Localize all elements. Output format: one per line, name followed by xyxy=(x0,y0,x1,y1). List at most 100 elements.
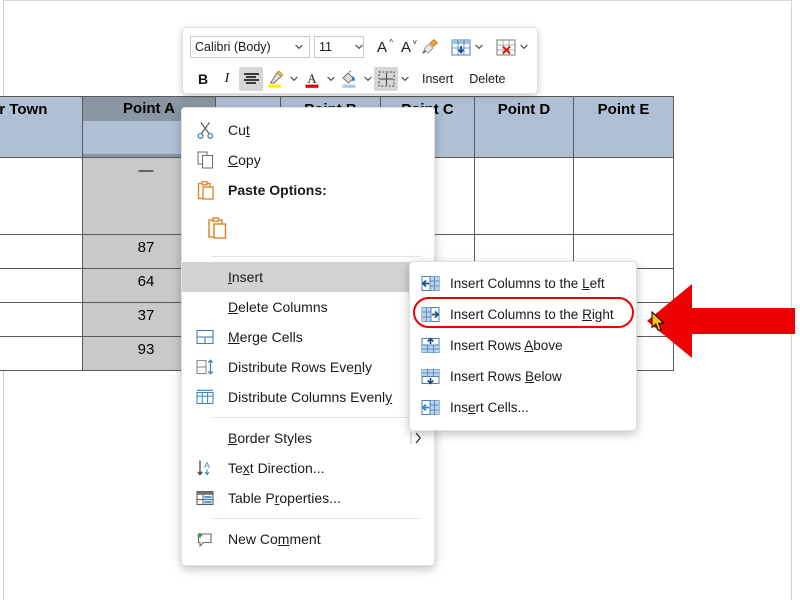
mini-floating-toolbar[interactable]: Calibri (Body) 11 A^ A˅ xyxy=(182,27,538,94)
menu-item-label: Merge Cells xyxy=(228,329,434,345)
chevron-down-icon[interactable] xyxy=(355,44,363,50)
mini-toolbar-row-2: B I A xyxy=(183,64,537,93)
insert-table-button[interactable] xyxy=(450,35,472,59)
row-label[interactable]: Point E xyxy=(0,337,83,371)
chevron-down-icon xyxy=(290,76,298,82)
menu-item-text-direction[interactable]: A Text Direction... xyxy=(182,453,434,483)
chevron-down-icon[interactable] xyxy=(295,44,309,50)
align-center-button[interactable] xyxy=(239,67,263,91)
chevron-down-icon xyxy=(364,76,372,82)
menu-item-distribute-rows-evenly[interactable]: Distribute Rows Evenly xyxy=(182,352,434,382)
text-highlight-color-button[interactable] xyxy=(263,67,287,91)
chevron-down-icon xyxy=(401,76,409,82)
menu-item-merge-cells[interactable]: Merge Cells xyxy=(182,322,434,352)
insert-col-right-icon xyxy=(410,306,450,323)
menu-item-cut[interactable]: Cut xyxy=(182,115,434,145)
distribute-rows-icon xyxy=(182,359,228,375)
borders-dropdown[interactable] xyxy=(398,67,411,91)
submenu-item-insert-rows-above[interactable]: Insert Rows Above xyxy=(410,330,636,361)
shading-button[interactable] xyxy=(337,67,361,91)
submenu-item-label: Insert Cells... xyxy=(450,400,529,415)
table-header-point-e[interactable]: Point E xyxy=(574,97,674,158)
menu-item-insert[interactable]: Insert xyxy=(182,262,434,292)
format-painter-button[interactable] xyxy=(418,35,442,59)
font-size-value: 11 xyxy=(315,40,355,54)
chevron-down-icon xyxy=(327,76,335,82)
insert-table-icon xyxy=(451,39,471,56)
grow-font-icon: A^ xyxy=(377,39,387,56)
menu-item-label: Delete Columns xyxy=(228,299,434,315)
align-center-icon xyxy=(244,73,259,84)
menu-item-label: Table Properties... xyxy=(228,490,434,506)
insert-table-dropdown[interactable] xyxy=(472,35,485,59)
cell-point-e[interactable] xyxy=(574,158,674,235)
copy-icon xyxy=(182,151,228,169)
menu-item-label: Paste Options: xyxy=(228,182,434,198)
mouse-cursor xyxy=(651,311,667,333)
menu-item-label: Copy xyxy=(228,152,434,168)
submenu-item-insert-cells[interactable]: Insert Cells... xyxy=(410,392,636,423)
cell-value: 64 xyxy=(138,273,155,290)
row-label[interactable]: Point C xyxy=(0,269,83,303)
red-arrow-annotation xyxy=(645,282,795,360)
highlight-color-dropdown[interactable] xyxy=(287,67,300,91)
shading-dropdown[interactable] xyxy=(361,67,374,91)
font-name-combobox[interactable]: Calibri (Body) xyxy=(190,36,310,58)
insert-label[interactable]: Insert xyxy=(422,72,453,86)
menu-item-distribute-columns-evenly[interactable]: Distribute Columns Evenly xyxy=(182,382,434,412)
menu-divider xyxy=(212,256,420,257)
table-properties-icon xyxy=(182,490,228,506)
submenu-item-insert-columns-to-the-right[interactable]: Insert Columns to the Right xyxy=(410,299,636,330)
menu-item-label: Insert xyxy=(228,269,410,285)
delete-table-button[interactable] xyxy=(495,35,517,59)
font-color-dropdown[interactable] xyxy=(324,67,337,91)
insert-col-left-icon xyxy=(410,275,450,292)
delete-table-icon xyxy=(496,39,516,56)
menu-divider xyxy=(212,518,420,519)
menu-item-label: Text Direction... xyxy=(228,460,434,476)
menu-item-delete-columns[interactable]: Delete Columns xyxy=(182,292,434,322)
header-label: Point D xyxy=(498,101,551,118)
menu-item-table-properties[interactable]: Table Properties... xyxy=(182,483,434,513)
shrink-font-icon: A˅ xyxy=(401,39,411,56)
insert-submenu[interactable]: Insert Columns to the Left Insert Column… xyxy=(409,261,637,431)
shrink-font-button[interactable]: A˅ xyxy=(394,35,418,59)
menu-item-label: Cut xyxy=(228,122,434,138)
borders-button[interactable] xyxy=(374,67,398,91)
menu-item-copy[interactable]: Copy xyxy=(182,145,434,175)
menu-item-paste-keep-source-formatting[interactable] xyxy=(182,205,434,251)
chevron-right-icon xyxy=(410,431,434,445)
delete-table-dropdown[interactable] xyxy=(517,35,530,59)
svg-text:A: A xyxy=(307,71,317,86)
mini-toolbar-row-1: Calibri (Body) 11 A^ A˅ xyxy=(183,32,537,62)
submenu-item-label: Insert Columns to the Left xyxy=(450,276,605,291)
delete-label[interactable]: Delete xyxy=(469,72,505,86)
submenu-item-label: Insert Rows Below xyxy=(450,369,562,384)
distribute-cols-icon xyxy=(182,389,228,405)
font-color-button[interactable]: A xyxy=(300,67,324,91)
table-header-point-d[interactable]: Point D xyxy=(475,97,574,158)
italic-button[interactable]: I xyxy=(215,67,239,91)
grow-font-button[interactable]: A^ xyxy=(370,35,394,59)
submenu-item-insert-rows-below[interactable]: Insert Rows Below xyxy=(410,361,636,392)
font-size-combobox[interactable]: 11 xyxy=(314,36,364,58)
shrink-font-letter: A xyxy=(401,39,411,56)
submenu-item-insert-columns-to-the-left[interactable]: Insert Columns to the Left Insert Column… xyxy=(410,268,636,299)
menu-item-paste-options: Paste Options: xyxy=(182,175,434,205)
row-label[interactable]: Point D xyxy=(0,303,83,337)
menu-item-new-comment[interactable]: New Comment xyxy=(182,524,434,554)
bold-button[interactable]: B xyxy=(191,67,215,91)
insert-row-above-icon xyxy=(410,337,450,354)
table-header-city[interactable]: City or Town xyxy=(0,97,83,158)
context-menu[interactable]: Cut Copy Paste Options: xyxy=(181,107,435,566)
menu-item-border-styles[interactable]: Border Styles xyxy=(182,423,434,453)
cell-point-d[interactable] xyxy=(475,158,574,235)
submenu-item-label: Insert Columns to the Right xyxy=(450,307,614,322)
header-label: City or Town xyxy=(0,101,47,118)
row-label[interactable]: Point B xyxy=(0,235,83,269)
paint-bucket-icon xyxy=(340,70,358,88)
header-label: Point A xyxy=(123,99,175,119)
row-label[interactable]: Point A xyxy=(0,158,83,235)
bold-icon: B xyxy=(198,71,208,87)
menu-item-label: New Comment xyxy=(228,531,434,547)
